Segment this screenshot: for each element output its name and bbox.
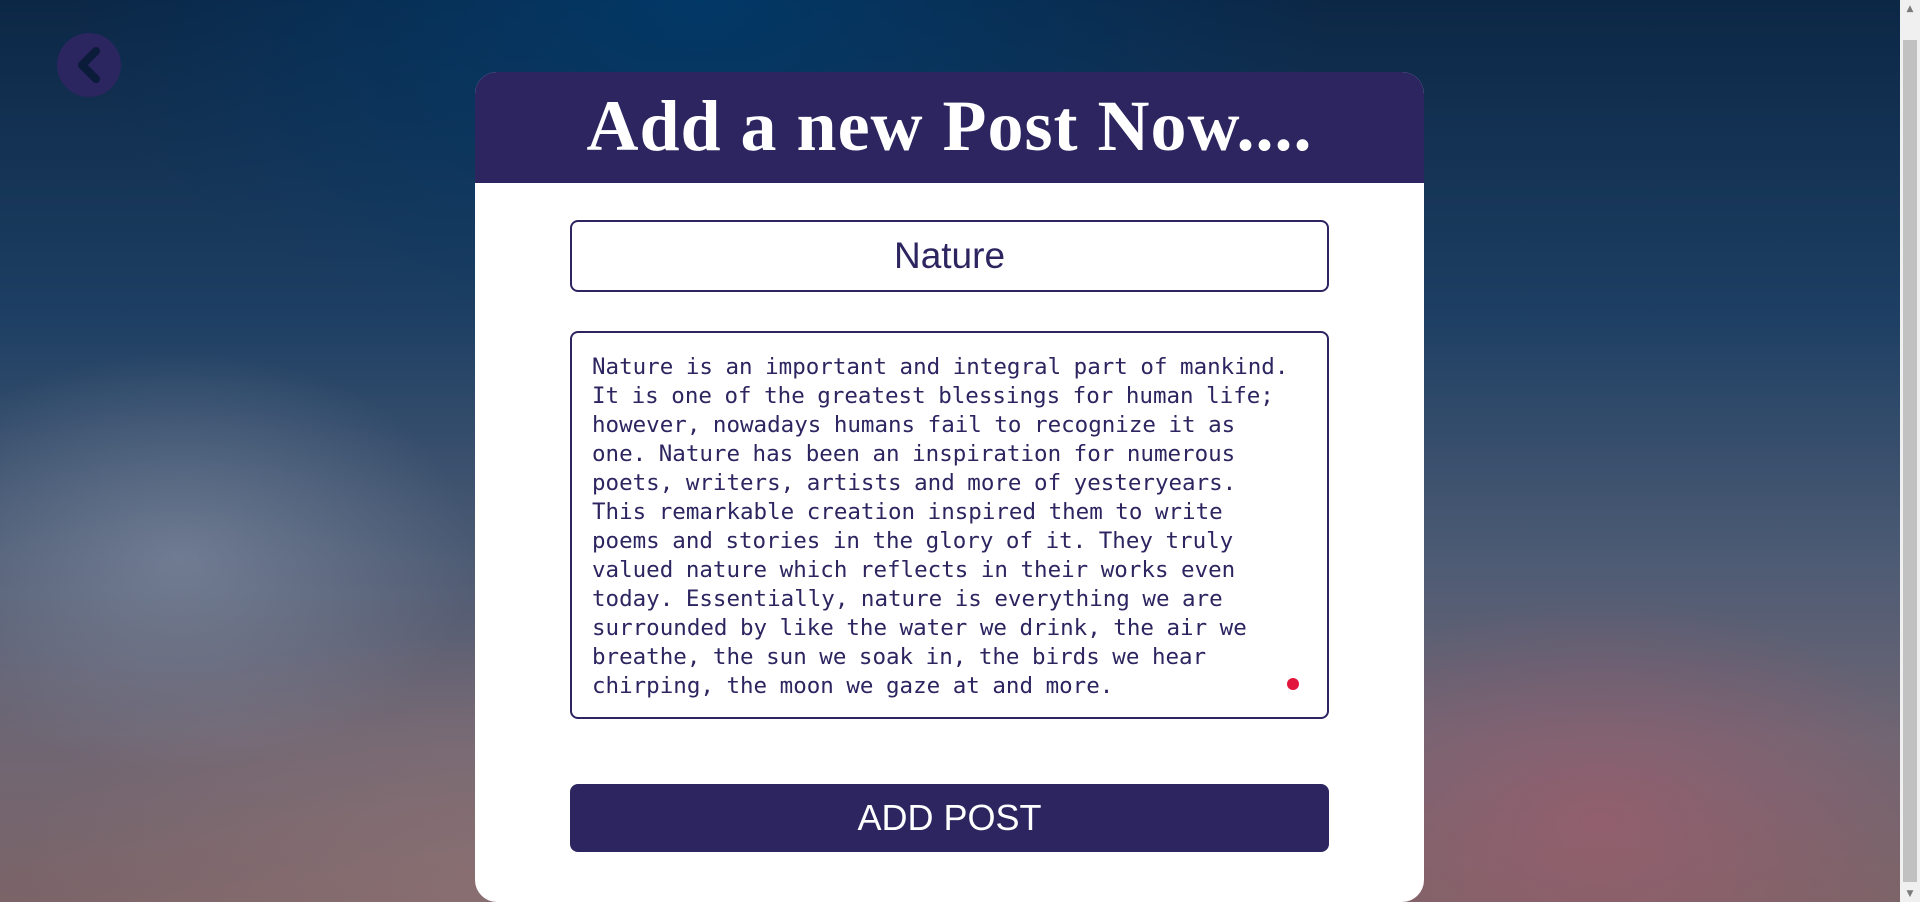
add-post-button[interactable]: ADD POST (570, 784, 1329, 852)
body-line: one. Nature has been an inspiration for … (592, 441, 1236, 467)
body-line: breathe, the sun we soak in, the birds w… (592, 644, 1207, 670)
post-body-textarea[interactable]: Nature is an important and integral part… (570, 331, 1329, 719)
chevron-left-icon (78, 47, 100, 83)
body-line: Nature is an important and integral part… (592, 354, 1289, 380)
new-post-card: Add a new Post Now.... Nature is an impo… (475, 72, 1424, 902)
body-line: It is one of the greatest blessings for … (592, 383, 1274, 409)
card-header: Add a new Post Now.... (475, 72, 1424, 183)
body-line: poems and stories in the glory of it. Th… (592, 528, 1234, 554)
page-scrollbar[interactable]: ▲ ▼ (1900, 0, 1920, 902)
body-line: valued nature which reflects in their wo… (592, 557, 1236, 583)
resize-handle[interactable] (1287, 678, 1299, 690)
post-body-text: Nature is an important and integral part… (572, 333, 1312, 701)
scrollbar-thumb[interactable] (1903, 40, 1917, 882)
body-line: poets, writers, artists and more of yest… (592, 470, 1237, 496)
back-button[interactable] (57, 33, 121, 97)
body-line: chirping, the moon we gaze at and more. (592, 673, 1114, 699)
scroll-down-icon[interactable]: ▼ (1900, 885, 1920, 902)
scroll-up-icon[interactable]: ▲ (1900, 0, 1920, 17)
post-title-input[interactable] (570, 220, 1329, 292)
body-line: surrounded by like the water we drink, t… (592, 615, 1247, 641)
page-title: Add a new Post Now.... (586, 85, 1313, 166)
body-line: however, nowadays humans fail to recogni… (592, 412, 1236, 438)
body-line: today. Essentially, nature is everything… (592, 586, 1223, 612)
body-line: This remarkable creation inspired them t… (592, 499, 1223, 525)
